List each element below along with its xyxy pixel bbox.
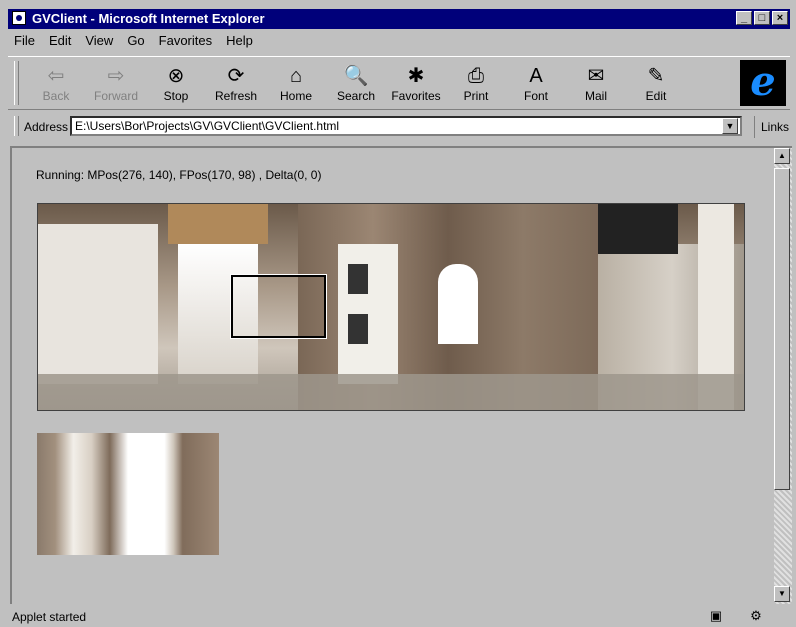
scroll-thumb[interactable] bbox=[774, 168, 790, 490]
toolbar-grip[interactable] bbox=[14, 61, 19, 105]
browser-window: GVClient - Microsoft Internet Explorer _… bbox=[0, 0, 796, 627]
zoomed-view-image bbox=[37, 433, 219, 555]
print-icon: ⎙ bbox=[468, 65, 484, 87]
menu-help[interactable]: Help bbox=[224, 32, 255, 52]
menu-go[interactable]: Go bbox=[125, 32, 146, 52]
forward-icon: ⇨ bbox=[107, 65, 125, 87]
edit-icon: ✎ bbox=[647, 65, 665, 87]
maximize-button[interactable]: □ bbox=[754, 11, 770, 25]
menu-file[interactable]: File bbox=[12, 32, 37, 52]
search-icon: 🔍 bbox=[343, 65, 369, 87]
address-label: Address bbox=[24, 120, 69, 134]
refresh-icon: ⟳ bbox=[227, 65, 245, 87]
stop-icon: ⊗ bbox=[167, 65, 185, 87]
status-bar: Applet started ▣ ⚙ bbox=[8, 606, 790, 626]
edit-button[interactable]: ✎ Edit bbox=[626, 59, 686, 107]
page-content: Running: MPos(276, 140), FPos(170, 98) ,… bbox=[10, 146, 774, 604]
home-button[interactable]: ⌂ Home bbox=[266, 59, 326, 107]
address-dropdown-icon[interactable]: ▼ bbox=[722, 118, 738, 134]
font-button[interactable]: A Font bbox=[506, 59, 566, 107]
back-button[interactable]: ⇦ Back bbox=[26, 59, 86, 107]
status-text: Applet started bbox=[12, 610, 87, 624]
vertical-scrollbar[interactable]: ▲ ▼ bbox=[774, 146, 792, 604]
forward-button[interactable]: ⇨ Forward bbox=[86, 59, 146, 107]
address-grip[interactable] bbox=[14, 116, 19, 136]
search-button[interactable]: 🔍 Search bbox=[326, 59, 386, 107]
ie-logo-icon: e bbox=[740, 60, 786, 106]
stop-button[interactable]: ⊗ Stop bbox=[146, 59, 206, 107]
java-applet-icon: ▣ bbox=[709, 608, 723, 623]
selection-rectangle[interactable] bbox=[230, 274, 327, 339]
title-bar[interactable]: GVClient - Microsoft Internet Explorer _… bbox=[8, 9, 790, 29]
menu-view[interactable]: View bbox=[83, 32, 115, 52]
window-title: GVClient - Microsoft Internet Explorer bbox=[32, 11, 265, 26]
favorites-icon: ✱ bbox=[407, 65, 425, 87]
font-icon: A bbox=[529, 65, 543, 87]
back-icon: ⇦ bbox=[47, 65, 65, 87]
menu-favorites[interactable]: Favorites bbox=[157, 32, 214, 52]
favorites-button[interactable]: ✱ Favorites bbox=[386, 59, 446, 107]
zone-icon: ⚙ bbox=[750, 608, 762, 623]
menu-edit[interactable]: Edit bbox=[47, 32, 73, 52]
applet-status-text: Running: MPos(276, 140), FPos(170, 98) ,… bbox=[36, 168, 322, 182]
mail-button[interactable]: ✉ Mail bbox=[566, 59, 626, 107]
home-icon: ⌂ bbox=[289, 65, 303, 87]
scroll-up-button[interactable]: ▲ bbox=[774, 148, 790, 164]
menu-bar: File Edit View Go Favorites Help bbox=[8, 32, 255, 52]
scroll-down-button[interactable]: ▼ bbox=[774, 586, 790, 602]
links-button[interactable]: Links bbox=[754, 116, 789, 138]
refresh-button[interactable]: ⟳ Refresh bbox=[206, 59, 266, 107]
close-button[interactable]: × bbox=[772, 11, 788, 25]
app-icon bbox=[12, 11, 26, 25]
print-button[interactable]: ⎙ Print bbox=[446, 59, 506, 107]
address-bar: Address ▼ Links bbox=[8, 114, 790, 140]
panorama-image[interactable] bbox=[37, 203, 745, 411]
toolbar: ⇦ Back ⇨ Forward ⊗ Stop ⟳ Refresh ⌂ Home 🔍 Sea… bbox=[8, 56, 790, 110]
mail-icon: ✉ bbox=[587, 65, 605, 87]
address-input[interactable] bbox=[70, 116, 742, 136]
minimize-button[interactable]: _ bbox=[736, 11, 752, 25]
